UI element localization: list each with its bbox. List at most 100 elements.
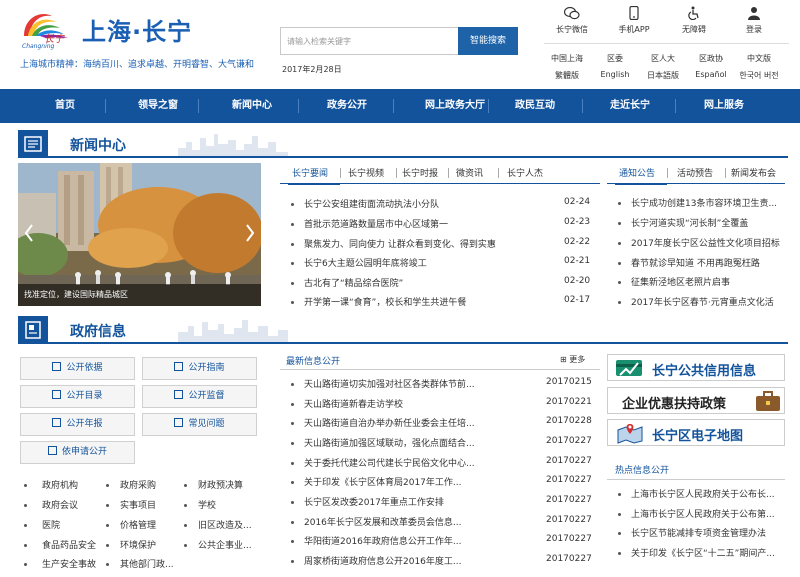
gov-link[interactable]: 医院: [42, 518, 60, 531]
latest-item-title[interactable]: 长宁区发改委2017年重点工作安排: [304, 495, 444, 508]
latest-item-title[interactable]: 周家桥街道政府信息公开2016年度工...: [304, 554, 462, 567]
section-title: 新闻中心: [70, 138, 126, 154]
link-district-committee[interactable]: 区委: [592, 53, 638, 64]
gov-link[interactable]: 政府会议: [42, 498, 78, 511]
tab-press-conference[interactable]: 新闻发布会: [731, 166, 776, 179]
nav-leaders[interactable]: 领导之窗: [118, 89, 198, 123]
gov-link[interactable]: 旧区改造及...: [198, 518, 252, 531]
news-item-title[interactable]: 聚焦发力、同向使力 让群众看到变化、得到实惠: [304, 237, 496, 250]
news-item-title[interactable]: 长宁公安组建街面流动执法小分队: [304, 197, 439, 210]
news-item-date: 02-24: [564, 197, 591, 207]
hot-item[interactable]: 上海市长宁区人民政府关于公布长...: [631, 487, 775, 500]
latest-item-title[interactable]: 天山路街道新春走访学校: [304, 397, 403, 410]
latest-item-date: 20170227: [546, 436, 592, 446]
bullet: [24, 544, 27, 547]
latest-item-title[interactable]: 2016年长宁区发展和改革委员会信息...: [304, 515, 462, 528]
carousel-prev-icon[interactable]: [24, 223, 34, 243]
hot-item[interactable]: 关于印发《长宁区“十二五”期间产...: [631, 546, 775, 559]
link-district-cppcc[interactable]: 区政协: [688, 53, 734, 64]
gov-link[interactable]: 其他部门政...: [120, 557, 174, 570]
notice-item[interactable]: 春节就诊早知道 不用再跑冤枉路: [631, 256, 760, 269]
bullet: [291, 223, 294, 226]
news-item-title[interactable]: 首批示范道路数量居市中心区域第一: [304, 217, 448, 230]
quick-link-accessibility[interactable]: 无障碍: [672, 6, 716, 35]
nav-news-center[interactable]: 新闻中心: [212, 89, 292, 123]
gov-link[interactable]: 公共企事业...: [198, 538, 252, 551]
news-item-title[interactable]: 长宁6大主题公园明年底将竣工: [304, 256, 427, 269]
gov-button-catalog[interactable]: 公开目录: [20, 385, 135, 408]
link-lang-japanese[interactable]: 日本語版: [640, 70, 686, 81]
gov-link[interactable]: 政府采购: [120, 478, 156, 491]
latest-item-title[interactable]: 关于印发《长宁区体育局2017年工作...: [304, 475, 462, 488]
gov-button-guide[interactable]: 公开指南: [142, 357, 257, 380]
notice-item[interactable]: 2017年长宁区春节·元宵重点文化活: [631, 295, 774, 308]
quick-link-app[interactable]: 手机APP: [612, 6, 656, 35]
latest-item-title[interactable]: 天山路街道加强区域联动，强化点面结合...: [304, 436, 475, 449]
gov-button-annual-report[interactable]: 公开年报: [20, 413, 135, 436]
link-lang-chinese[interactable]: 中文版: [736, 53, 782, 64]
notice-item[interactable]: 2017年度长宁区公益性文化项目招标: [631, 236, 780, 249]
news-item-title[interactable]: 古北有了“精品综合医院”: [304, 276, 403, 289]
carousel-next-icon[interactable]: [245, 223, 255, 243]
gov-button-apply[interactable]: 依申请公开: [20, 441, 135, 464]
latest-info-header: 最新信息公开 ⊞ 更多: [280, 352, 600, 370]
tab-micro-news[interactable]: 微资讯: [456, 166, 483, 179]
nav-about-changning[interactable]: 走近长宁: [590, 89, 670, 123]
link-lang-traditional[interactable]: 繁體版: [544, 70, 590, 81]
hot-item[interactable]: 上海市长宁区人民政府关于公布第...: [631, 507, 775, 520]
gov-button-basis[interactable]: 公开依据: [20, 357, 135, 380]
nav-home[interactable]: 首页: [25, 89, 105, 123]
banner-e-map[interactable]: 长宁区电子地图: [607, 419, 785, 446]
hot-info-list: 上海市长宁区人民政府关于公布长... 上海市长宁区人民政府关于公布第... 长宁…: [607, 482, 785, 577]
tab-changning-people[interactable]: 长宁人杰: [507, 166, 543, 179]
banner-credit-info[interactable]: 长宁公共信用信息: [607, 354, 785, 381]
tab-events[interactable]: 活动预告: [677, 166, 713, 179]
link-shanghai[interactable]: 中国上海: [544, 53, 590, 64]
link-lang-korean[interactable]: 한국어 버전: [736, 70, 782, 81]
gov-button-faq[interactable]: 常见问题: [142, 413, 257, 436]
gov-link[interactable]: 生产安全事故: [42, 557, 96, 570]
latest-item-title[interactable]: 天山路街道切实加强对社区各类群体节前...: [304, 377, 475, 390]
quick-link-wechat[interactable]: 长宁微信: [550, 6, 594, 35]
gov-link[interactable]: 价格管理: [120, 518, 156, 531]
banner-enterprise-policy[interactable]: 企业优惠扶持政策: [607, 387, 785, 414]
tab-changning-video[interactable]: 长宁视频: [348, 166, 384, 179]
nav-online-hall[interactable]: 网上政务大厅: [405, 89, 505, 123]
latest-item-title[interactable]: 天山路街道自治办举办新任业委会主任培...: [304, 416, 475, 429]
search-input[interactable]: 请输入检索关键字: [280, 27, 458, 55]
tab-notices[interactable]: 通知公告: [619, 166, 655, 179]
tab-changning-times[interactable]: 长宁时报: [402, 166, 438, 179]
latest-item-date: 20170221: [546, 397, 592, 407]
tab-changning-news[interactable]: 长宁要闻: [292, 166, 328, 179]
gov-link[interactable]: 财政预决算: [198, 478, 243, 491]
latest-item-title[interactable]: 关于委托代建公司代建长宁民俗文化中心...: [304, 456, 475, 469]
gov-link[interactable]: 政府机构: [42, 478, 78, 491]
nav-interaction[interactable]: 政民互动: [495, 89, 575, 123]
link-lang-spanish[interactable]: Español: [688, 70, 734, 79]
news-item-title[interactable]: 开学第一课“食育”，校长和学生共进午餐: [304, 295, 466, 308]
gov-button-supervision[interactable]: 公开监督: [142, 385, 257, 408]
gov-link[interactable]: 环境保护: [120, 538, 156, 551]
latest-item-title[interactable]: 华阳街道2016年政府信息公开工作年...: [304, 534, 462, 547]
hot-info-title: 热点信息公开: [615, 466, 670, 476]
link-lang-english[interactable]: English: [592, 70, 638, 79]
quick-link-login[interactable]: 登录: [732, 6, 776, 35]
nav-online-services[interactable]: 网上服务: [684, 89, 764, 123]
gov-link[interactable]: 学校: [198, 498, 216, 511]
news-item-date: 02-17: [564, 295, 591, 305]
more-link[interactable]: ⊞ 更多: [560, 354, 585, 365]
notice-item[interactable]: 征集新泾地区老照片启事: [631, 275, 730, 288]
news-tabs: 长宁要闻 长宁视频 长宁时报 微资讯 长宁人杰: [280, 164, 600, 185]
notice-item[interactable]: 长宁成功创建13条市容环境卫生责...: [631, 196, 777, 209]
link-district-congress[interactable]: 区人大: [640, 53, 686, 64]
hot-item[interactable]: 长宁区节能减排专项资金管理办法: [631, 526, 766, 539]
gov-link[interactable]: 实事项目: [120, 498, 156, 511]
bullet: [291, 481, 294, 484]
gov-link[interactable]: 食品药品安全: [42, 538, 96, 551]
news-photo-carousel[interactable]: 找准定位，建设国际精品城区: [18, 163, 261, 306]
nav-gov-affairs[interactable]: 政务公开: [307, 89, 387, 123]
search-button[interactable]: 智能搜索: [458, 27, 518, 55]
notice-item[interactable]: 长宁河道实现“河长制”全覆盖: [631, 216, 748, 229]
news-item-date: 02-21: [564, 256, 591, 266]
briefcase-icon: [756, 391, 780, 411]
